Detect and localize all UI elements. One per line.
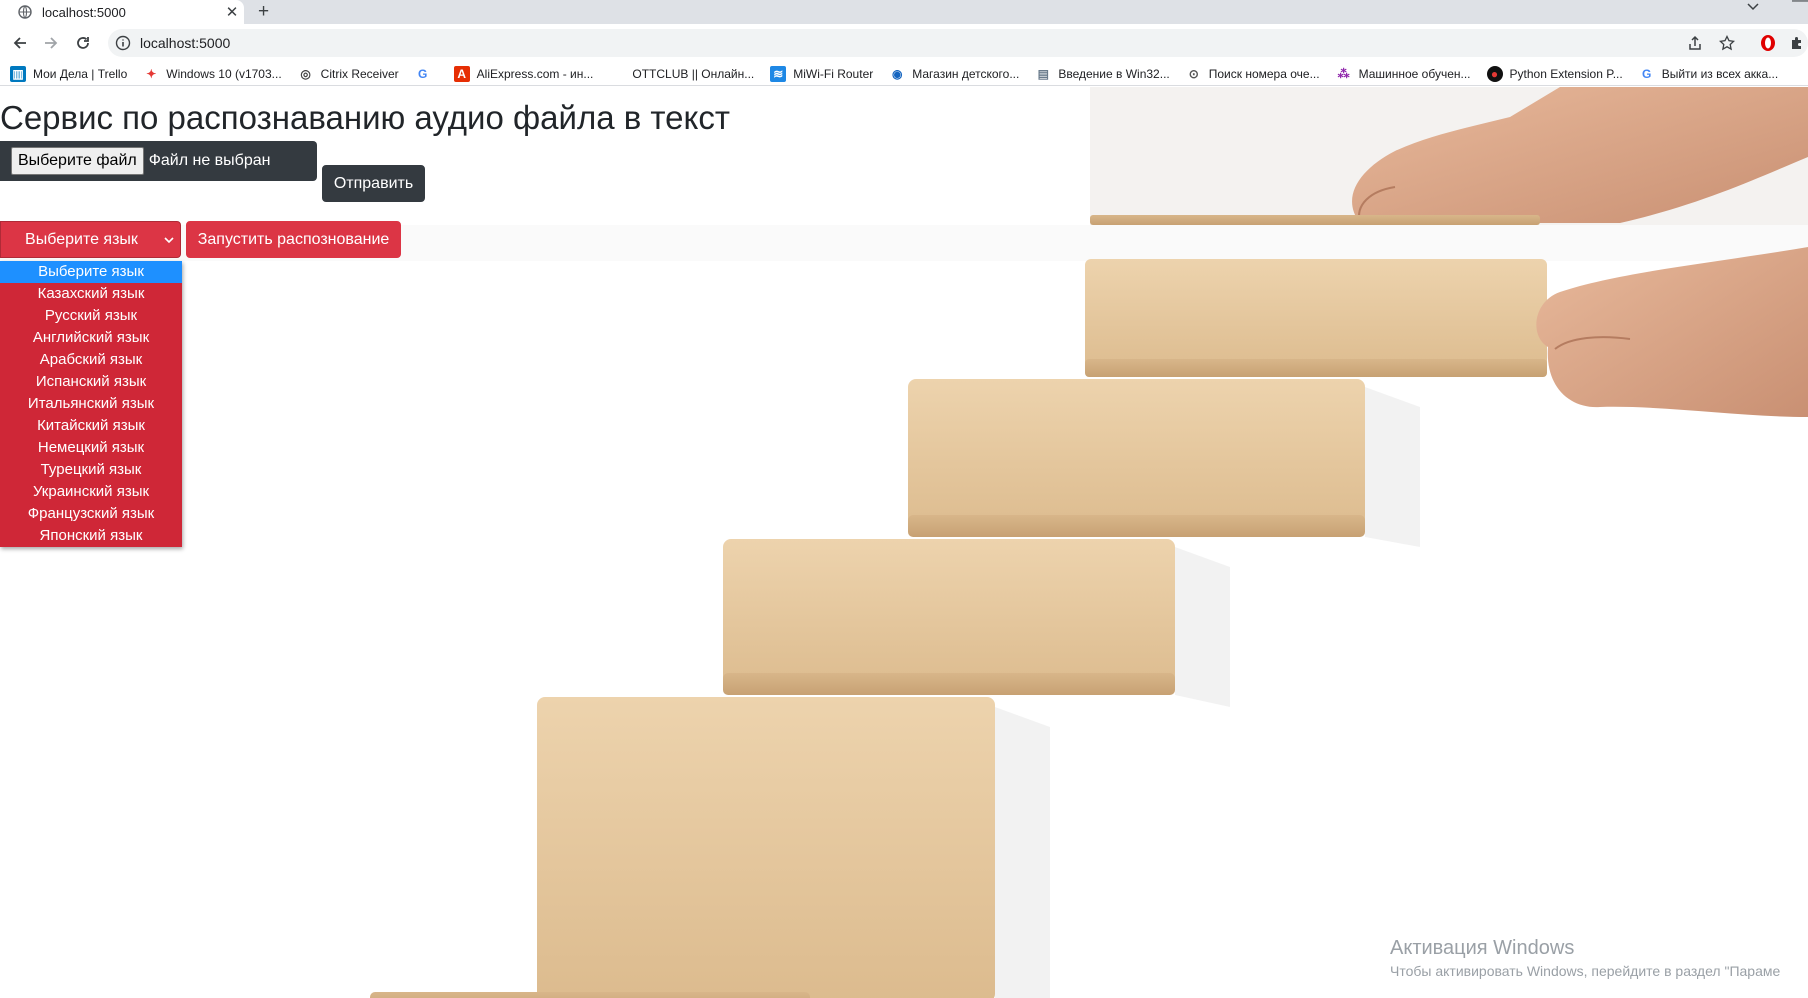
start-recognition-button[interactable]: Запустить распознование bbox=[186, 221, 401, 258]
colorful-bird-icon: ✦ bbox=[146, 66, 157, 81]
bookmark-item[interactable]: G bbox=[415, 66, 438, 82]
wifi-icon: ≋ bbox=[770, 65, 787, 82]
bookmark-item[interactable]: ⊙ Поиск номера оче... bbox=[1186, 66, 1320, 82]
bookmark-item[interactable]: ⁂ Машинное обучен... bbox=[1336, 66, 1471, 82]
language-option[interactable]: Немецкий язык bbox=[0, 437, 182, 459]
submit-button[interactable]: Отправить bbox=[322, 165, 425, 202]
language-option[interactable]: Японский язык bbox=[0, 525, 182, 547]
language-option[interactable]: Арабский язык bbox=[0, 349, 182, 371]
new-tab-icon[interactable]: + bbox=[258, 1, 269, 23]
google-icon: G bbox=[1642, 66, 1652, 81]
language-option[interactable]: Китайский язык bbox=[0, 415, 182, 437]
close-tab-icon[interactable]: ✕ bbox=[220, 3, 244, 21]
bookmarks-bar: ▥ Мои Дела | Trello ✦ Windows 10 (v1703.… bbox=[0, 62, 1808, 86]
language-option[interactable]: Казахский язык bbox=[0, 283, 182, 305]
document-icon: ▤ bbox=[1037, 66, 1050, 81]
bookmark-star-icon[interactable] bbox=[1714, 30, 1740, 56]
browser-tabstrip: localhost:5000 ✕ + — bbox=[0, 0, 1808, 24]
language-option[interactable]: Выберите язык bbox=[0, 261, 182, 283]
language-select-value: Выберите язык bbox=[25, 230, 138, 248]
watermark-title: Активация Windows bbox=[1390, 937, 1575, 959]
language-option[interactable]: Русский язык bbox=[0, 305, 182, 327]
search-number-icon: ⊙ bbox=[1188, 66, 1199, 81]
language-option[interactable]: Английский язык bbox=[0, 327, 182, 349]
tab-title: localhost:5000 bbox=[42, 4, 126, 20]
shop-globe-icon: ◉ bbox=[891, 66, 903, 81]
reload-icon[interactable] bbox=[70, 30, 96, 56]
minimize-window-icon[interactable]: — bbox=[1792, 0, 1808, 10]
back-icon[interactable] bbox=[7, 30, 33, 56]
bookmark-item[interactable]: ✦ Windows 10 (v1703... bbox=[143, 66, 281, 82]
windows-activation-watermark: Активация Windows Чтобы активировать Win… bbox=[1390, 937, 1780, 979]
google-icon: G bbox=[418, 66, 428, 81]
watermark-subtitle: Чтобы активировать Windows, перейдите в … bbox=[1390, 963, 1781, 979]
bookmark-item[interactable]: ◎ Citrix Receiver bbox=[298, 66, 398, 82]
bookmark-item[interactable]: A AliExpress.com - ин... bbox=[453, 65, 593, 82]
browser-tab[interactable]: localhost:5000 ✕ bbox=[0, 0, 244, 24]
language-option[interactable]: Украинский язык bbox=[0, 481, 182, 503]
bookmark-item[interactable]: G Выйти из всех акка... bbox=[1639, 66, 1778, 82]
chevron-down-icon bbox=[158, 236, 180, 244]
page-title: Сервис по распознаванию аудио файла в те… bbox=[0, 99, 730, 136]
ottclub-icon: · bbox=[615, 66, 620, 81]
site-info-icon[interactable] bbox=[114, 34, 132, 52]
language-option[interactable]: Турецкий язык bbox=[0, 459, 182, 481]
bookmark-item[interactable]: ▥ Мои Дела | Trello bbox=[10, 65, 127, 82]
bookmark-item[interactable]: · OTTCLUB || Онлайн... bbox=[609, 66, 754, 82]
citrix-icon: ◎ bbox=[300, 66, 311, 81]
molecule-icon: ⁂ bbox=[1337, 66, 1350, 81]
share-icon[interactable] bbox=[1682, 30, 1708, 56]
bookmark-item[interactable]: ◉ Магазин детского... bbox=[889, 66, 1019, 82]
choose-file-button[interactable]: Выберите файл bbox=[11, 147, 144, 175]
language-option[interactable]: Испанский язык bbox=[0, 371, 182, 393]
browser-toolbar: localhost:5000 bbox=[0, 24, 1808, 62]
puzzle-extensions-icon[interactable] bbox=[1784, 30, 1808, 56]
page-content: Сервис по распознаванию аудио файла в те… bbox=[0, 87, 1808, 998]
opera-extension-icon[interactable] bbox=[1755, 30, 1781, 56]
url-text: localhost:5000 bbox=[140, 35, 231, 51]
bookmark-item[interactable]: ● Python Extension P... bbox=[1486, 65, 1623, 82]
bookmark-item[interactable]: ▤ Введение в Win32... bbox=[1035, 66, 1170, 82]
trello-icon: ▥ bbox=[10, 65, 26, 82]
bookmark-item[interactable]: ≋ MiWi-Fi Router bbox=[770, 65, 873, 82]
chevron-down-icon[interactable] bbox=[1746, 0, 1760, 17]
language-dropdown-list: Выберите язык Казахский язык Русский язы… bbox=[0, 261, 182, 547]
globe-icon bbox=[18, 5, 32, 19]
file-input-group: Выберите файл Файл не выбран bbox=[0, 141, 317, 181]
python-ext-icon: ● bbox=[1486, 65, 1503, 82]
forward-icon[interactable] bbox=[38, 30, 64, 56]
file-status-text: Файл не выбран bbox=[148, 152, 271, 169]
address-bar[interactable]: localhost:5000 bbox=[108, 29, 1808, 57]
language-option[interactable]: Итальянский язык bbox=[0, 393, 182, 415]
language-select[interactable]: Выберите язык bbox=[0, 221, 181, 258]
aliexpress-icon: A bbox=[453, 65, 470, 82]
language-option[interactable]: Французский язык bbox=[0, 503, 182, 525]
